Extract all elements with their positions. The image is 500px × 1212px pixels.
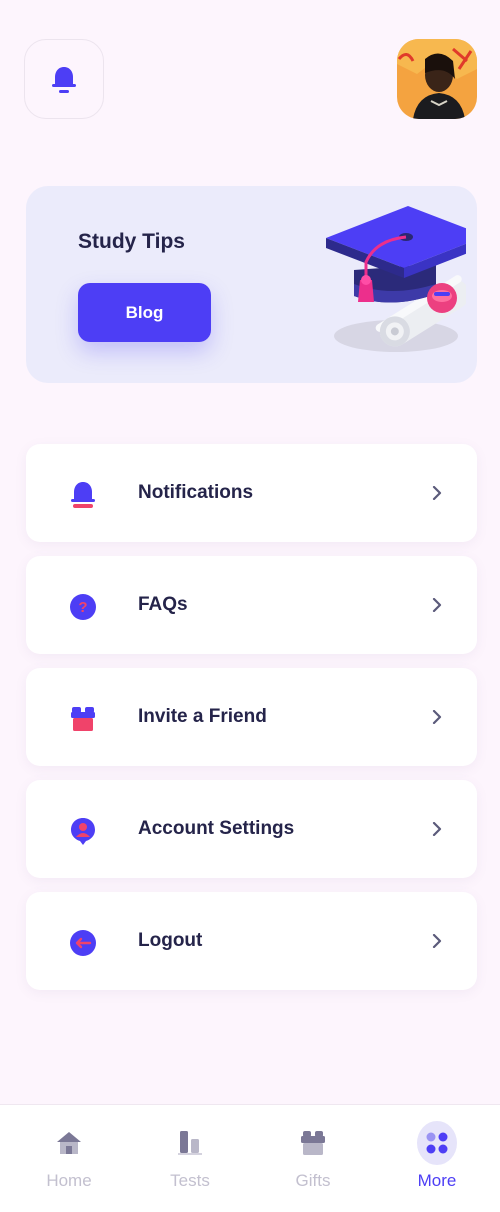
- menu-item-faqs[interactable]: ? FAQs: [26, 556, 477, 654]
- menu-item-account-settings[interactable]: Account Settings: [26, 780, 477, 878]
- tab-label-more: More: [417, 1171, 457, 1190]
- bell-icon: [52, 67, 76, 93]
- chevron-right-icon: [432, 710, 442, 724]
- study-tips-card: Study Tips Blog: [26, 186, 477, 383]
- menu-label-notifications: Notifications: [138, 482, 254, 503]
- notifications-bell-button[interactable]: [24, 39, 104, 119]
- tab-more[interactable]: More: [387, 1105, 487, 1212]
- tab-label-gifts: Gifts: [295, 1171, 331, 1190]
- menu-label-invite-friend: Invite a Friend: [138, 706, 267, 727]
- blog-button[interactable]: Blog: [78, 283, 211, 342]
- tab-label-tests: Tests: [170, 1171, 210, 1190]
- user-pin-icon: [71, 818, 95, 845]
- chart-icon: [178, 1131, 202, 1155]
- menu-item-invite-friend[interactable]: Invite a Friend: [26, 668, 477, 766]
- grid-dots-icon: [426, 1132, 448, 1154]
- menu-label-logout: Logout: [138, 930, 203, 951]
- menu-label-account-settings: Account Settings: [138, 818, 295, 839]
- chevron-right-icon: [432, 486, 442, 500]
- tab-tests[interactable]: Tests: [140, 1105, 240, 1212]
- tab-label-home: Home: [46, 1171, 92, 1190]
- avatar[interactable]: [397, 39, 477, 119]
- svg-text:?: ?: [78, 599, 87, 616]
- chevron-right-icon: [432, 934, 442, 948]
- tab-gifts[interactable]: Gifts: [263, 1105, 363, 1212]
- menu-label-faqs: FAQs: [138, 594, 188, 615]
- bottom-tab-bar: Home Tests Gifts More: [0, 1104, 500, 1212]
- bell-icon: [71, 482, 95, 508]
- logout-icon: [70, 930, 96, 956]
- tab-home[interactable]: Home: [19, 1105, 119, 1212]
- gift-icon: [301, 1131, 325, 1155]
- menu-item-logout[interactable]: Logout: [26, 892, 477, 990]
- menu-item-notifications[interactable]: Notifications: [26, 444, 477, 542]
- home-icon: [57, 1132, 81, 1154]
- question-icon: ?: [70, 594, 96, 620]
- chevron-right-icon: [432, 598, 442, 612]
- profile-photo: [397, 39, 477, 119]
- gift-icon: [71, 707, 95, 731]
- graduation-cap-illustration: [326, 206, 466, 352]
- promo-title: Study Tips: [78, 230, 185, 253]
- chevron-right-icon: [432, 822, 442, 836]
